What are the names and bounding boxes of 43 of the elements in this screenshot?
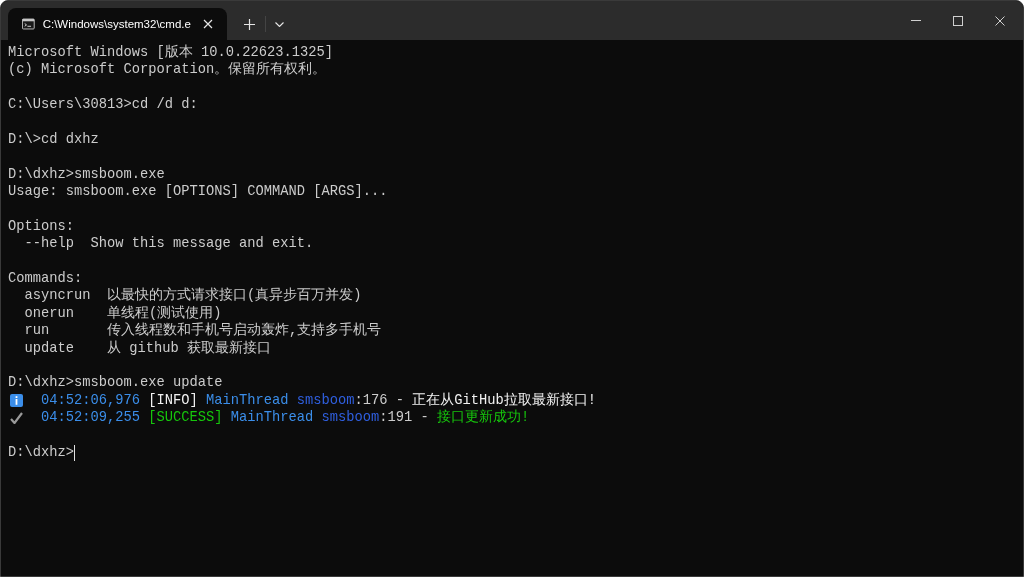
plus-icon	[243, 18, 255, 30]
line-number: :176	[354, 391, 388, 410]
close-icon	[202, 19, 213, 29]
terminal-line: D:\>cd dxhz	[8, 130, 99, 149]
log-level: [SUCCESS]	[148, 409, 223, 427]
command-description: Show this message and exit.	[90, 235, 314, 253]
log-timestamp: 04:52:09,255	[41, 409, 141, 427]
command-description: 传入线程数和手机号启动轰炸,支持多手机号	[107, 322, 382, 340]
close-icon	[995, 15, 1005, 26]
terminal-app-icon	[22, 18, 35, 30]
command-description: 以最快的方式请求接口(真异步百万并发)	[107, 287, 362, 305]
log-timestamp: 04:52:06,976	[41, 391, 141, 410]
log-level: [INFO]	[148, 391, 198, 410]
command-name: run	[24, 322, 51, 340]
line-number: :191	[379, 409, 413, 427]
terminal-line: Microsoft Windows [版本 10.0.22623.1325]	[8, 44, 334, 61]
command-name: update	[24, 339, 75, 358]
section-heading: Options:	[8, 217, 74, 236]
command-description: 单线程(测试使用)	[107, 304, 222, 322]
thread-name: MainThread	[206, 391, 289, 410]
terminal-line: (c) Microsoft Corporation。保留所有权利。	[8, 61, 327, 79]
command-prompt[interactable]: D:\dxhz>	[8, 444, 74, 462]
terminal-line: D:\dxhz>smsboom.exe	[8, 165, 165, 184]
log-separator: -	[395, 391, 405, 410]
chevron-down-icon	[274, 21, 284, 27]
logger-name: smsboom	[321, 409, 380, 427]
log-message: 接口更新成功!	[437, 409, 530, 427]
tab-title: C:\Windows\system32\cmd.e	[42, 18, 191, 30]
terminal-line: D:\dxhz>smsboom.exe update	[8, 374, 223, 392]
command-name: onerun	[24, 304, 75, 323]
log-separator: -	[420, 409, 429, 427]
minimize-icon	[911, 20, 921, 21]
thread-name: MainThread	[230, 409, 314, 427]
terminal-tab[interactable]: C:\Windows\system32\cmd.e	[8, 8, 227, 40]
terminal-line: Usage: smsboom.exe [OPTIONS] COMMAND [ARGS]...	[8, 183, 388, 201]
command-name: --help	[24, 235, 75, 253]
command-name: asyncrun	[24, 287, 92, 305]
command-description: 从 github 获取最新接口	[107, 339, 271, 358]
terminal-line: C:\Users\30813>cd /d d:	[8, 96, 198, 114]
section-heading: Commands:	[8, 270, 83, 288]
log-message: 正在从GitHub拉取最新接口!	[412, 391, 597, 409]
logger-name: smsboom	[296, 391, 355, 410]
maximize-icon	[953, 15, 963, 26]
